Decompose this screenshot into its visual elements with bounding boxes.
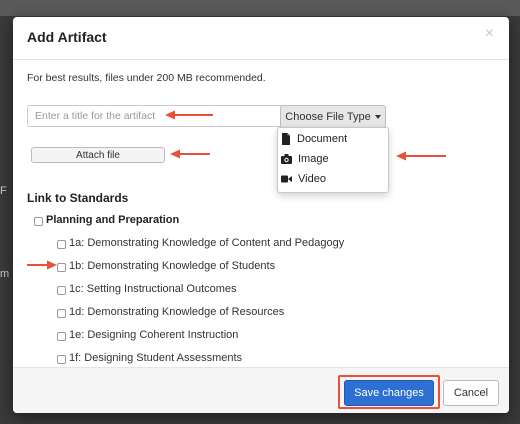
standard-checkbox-1b[interactable] [57,263,66,272]
file-size-note: For best results, files under 200 MB rec… [27,72,266,84]
choose-file-type-label: Choose File Type [285,110,371,123]
document-icon [282,133,290,145]
modal-footer: Save changes Cancel [13,367,509,413]
standard-checkbox-1d[interactable] [57,309,66,318]
choose-file-type-button[interactable]: Choose File Type [280,105,386,128]
standard-label-1e: 1e: Designing Coherent Instruction [69,329,239,341]
camera-icon [281,154,292,164]
standard-checkbox-1f[interactable] [57,355,66,364]
modal-title: Add Artifact [27,29,107,45]
save-changes-button[interactable]: Save changes [344,380,434,406]
standard-checkbox-1a[interactable] [57,240,66,249]
planning-preparation-checkbox[interactable] [34,217,43,226]
file-type-option-document[interactable]: Document [278,130,388,148]
file-type-option-label: Document [297,133,348,145]
file-type-dropdown-menu: Document Image Video [277,127,389,193]
caret-down-icon [374,115,381,119]
modal-header: Add Artifact × [13,17,509,60]
planning-preparation-label: Planning and Preparation [46,214,180,226]
file-type-option-video[interactable]: Video [278,170,388,188]
standard-checkbox-1c[interactable] [57,286,66,295]
add-artifact-modal: Add Artifact × For best results, files u… [13,17,509,413]
standard-label-1a: 1a: Demonstrating Knowledge of Content a… [69,237,345,249]
link-to-standards-title: Link to Standards [27,191,129,205]
file-type-option-label: Video [298,173,326,185]
standard-label-1c: 1c: Setting Instructional Outcomes [69,283,237,295]
file-type-option-image[interactable]: Image [278,150,388,168]
background-top-bar [0,0,520,16]
standard-label-1f: 1f: Designing Student Assessments [69,352,243,364]
background-fragment: F [0,185,7,197]
standard-label-1b: 1b: Demonstrating Knowledge of Students [69,260,276,272]
cancel-button[interactable]: Cancel [443,380,499,406]
background-fragment: m [0,268,10,280]
file-type-option-label: Image [298,153,329,165]
attach-file-button[interactable]: Attach file [31,147,165,163]
standard-label-1d: 1d: Demonstrating Knowledge of Resources [69,306,285,318]
standard-checkbox-1e[interactable] [57,332,66,341]
artifact-title-input[interactable] [27,105,285,127]
video-camera-icon [281,175,292,183]
close-icon[interactable]: × [485,25,494,43]
